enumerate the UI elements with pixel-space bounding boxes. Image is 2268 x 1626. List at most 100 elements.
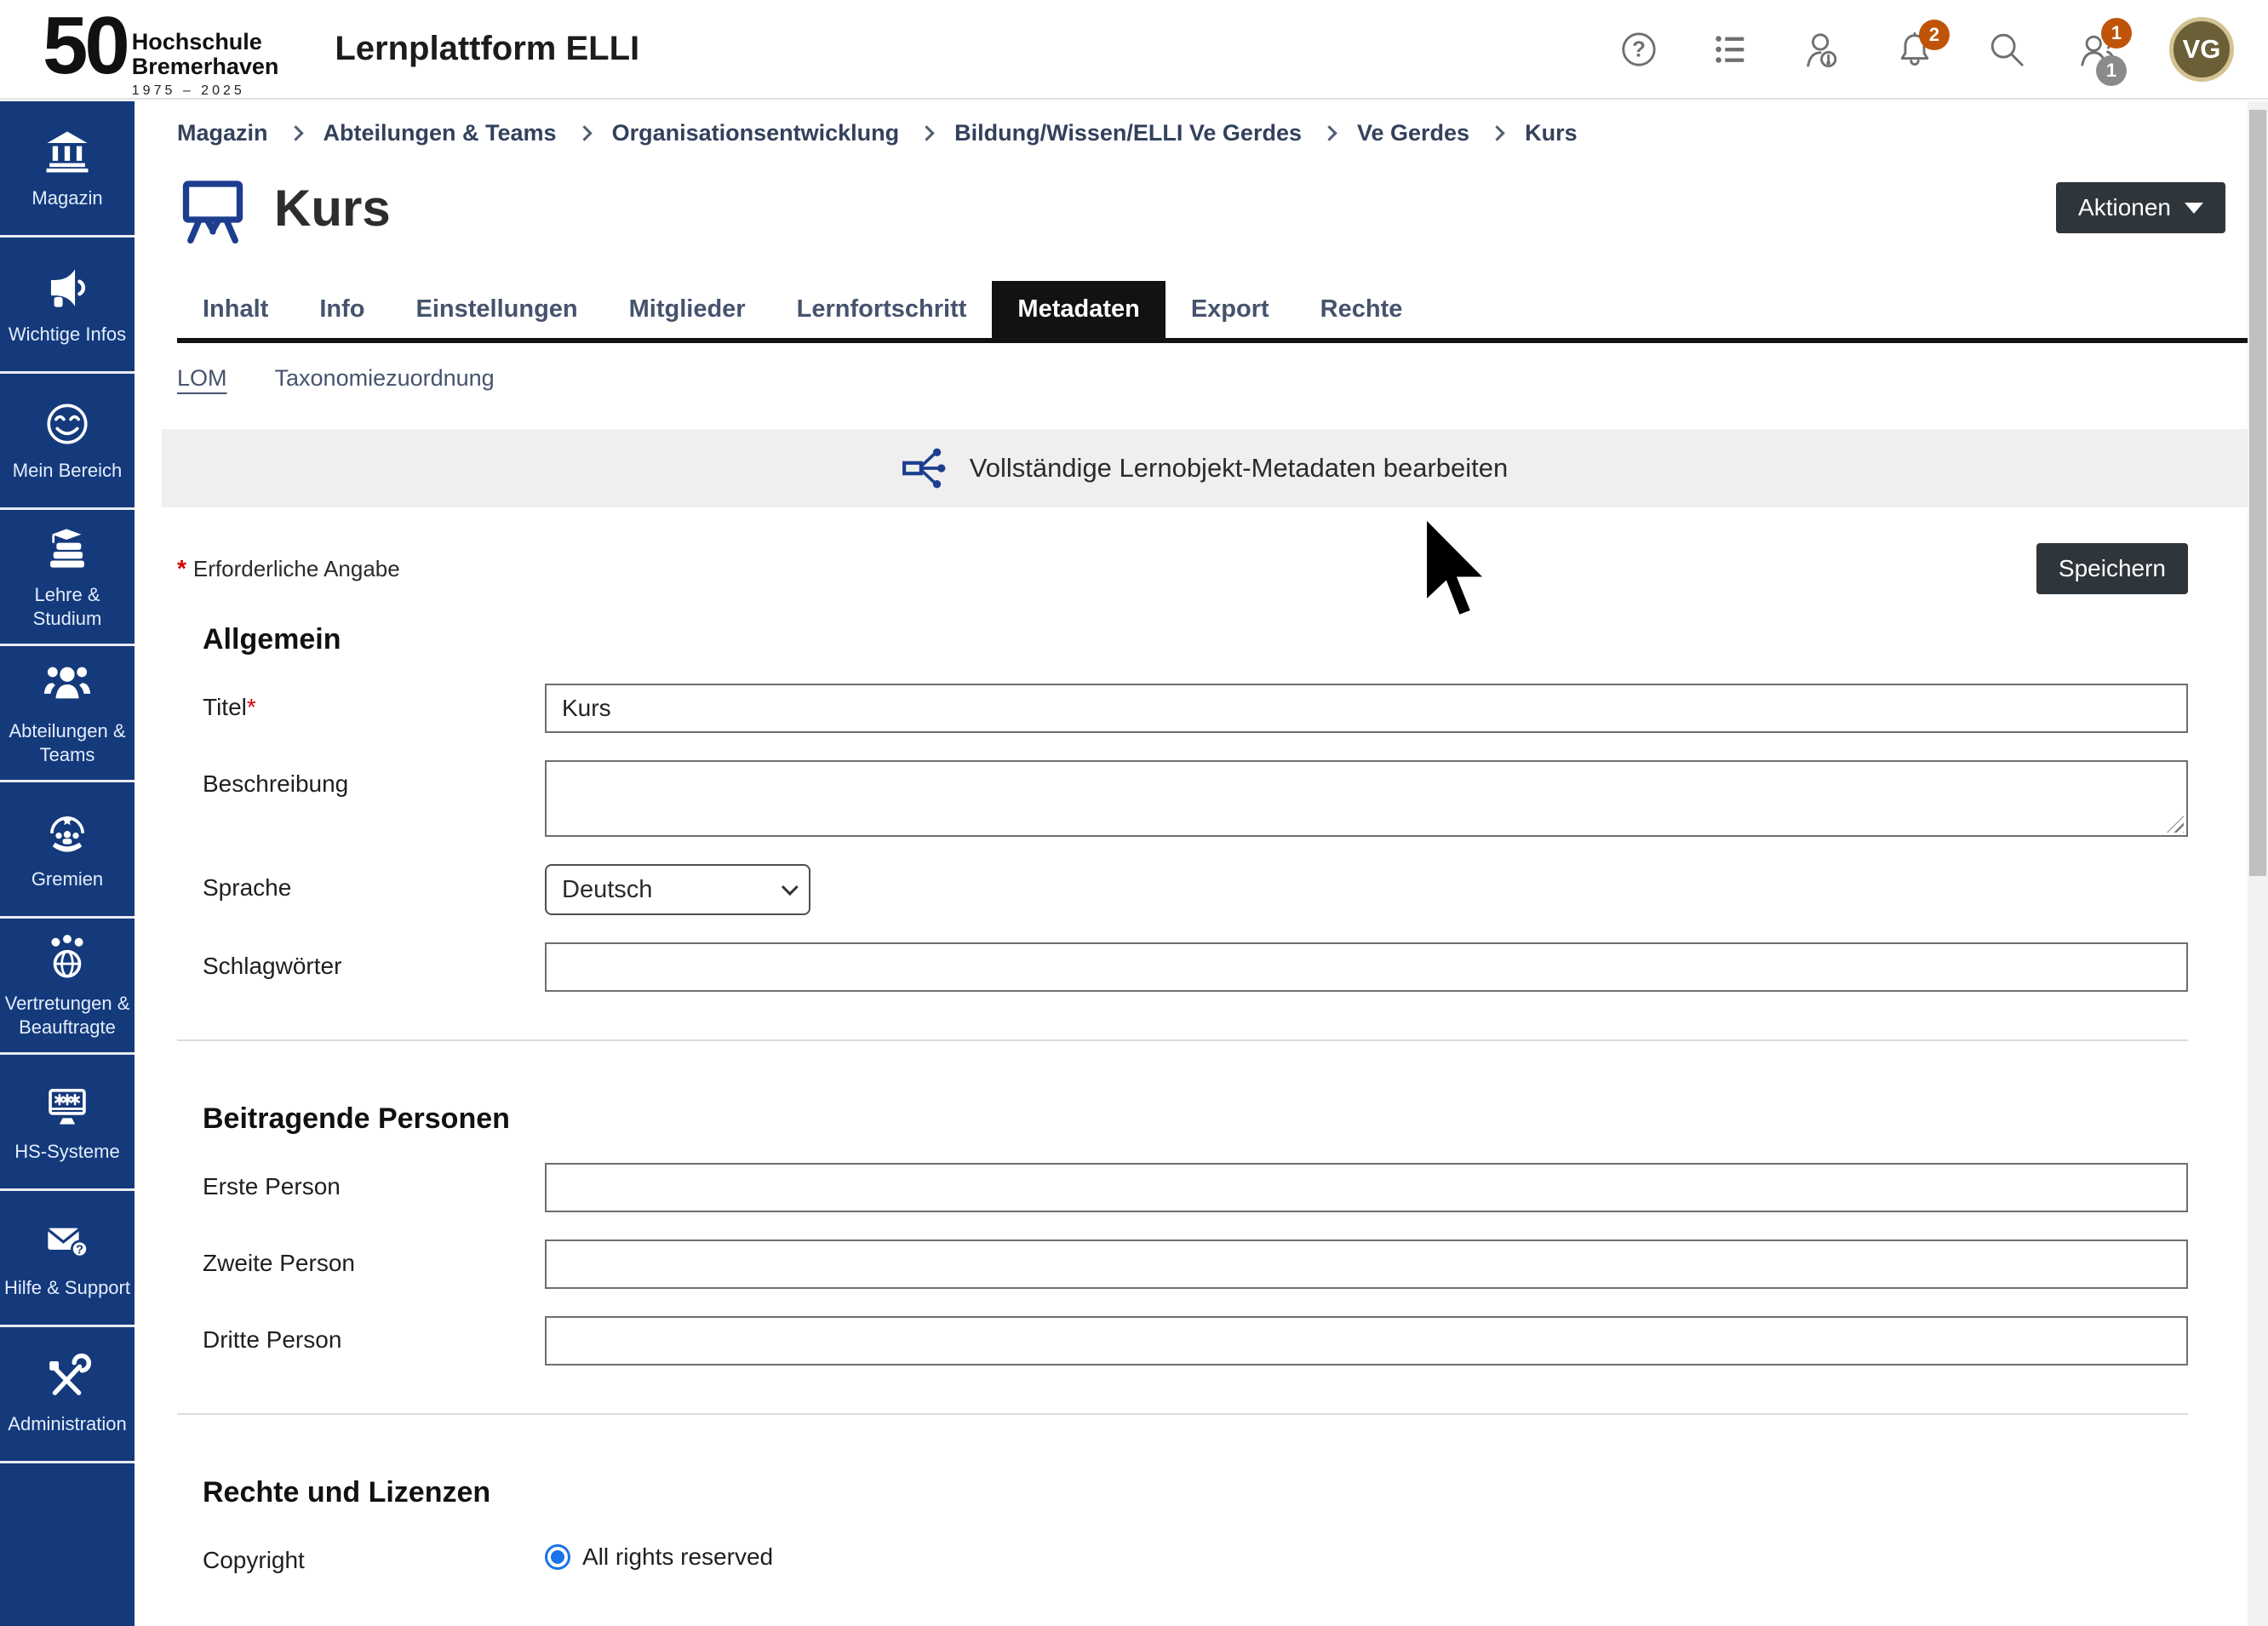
copyright-radio-row: All rights reserved bbox=[545, 1537, 2188, 1571]
breadcrumb-organisationsentwicklung[interactable]: Organisationsentwicklung bbox=[612, 120, 900, 146]
sprache-select[interactable]: Deutsch bbox=[545, 864, 810, 915]
tab-export[interactable]: Export bbox=[1166, 281, 1295, 338]
contacts-badge-top: 1 bbox=[2101, 18, 2132, 49]
form-row-beschreibung: Beschreibung bbox=[203, 760, 2188, 837]
form-row-zweite-person: Zweite Person bbox=[203, 1240, 2188, 1289]
contacts-icon[interactable]: 1 1 bbox=[2077, 28, 2120, 71]
monitor-password-icon bbox=[43, 1080, 92, 1130]
zweite-person-label: Zweite Person bbox=[203, 1240, 545, 1277]
people-group-icon bbox=[43, 660, 92, 709]
subtab-bar: LOM Taxonomiezuordnung bbox=[177, 365, 2188, 392]
globe-people-icon bbox=[43, 932, 92, 982]
breadcrumb: Magazin Abteilungen & Teams Organisation… bbox=[177, 120, 2188, 146]
required-asterisk: * bbox=[177, 555, 193, 581]
form-row-dritte-person: Dritte Person bbox=[203, 1316, 2188, 1365]
section-divider bbox=[177, 1413, 2188, 1415]
chevron-down-icon bbox=[782, 879, 799, 896]
tab-einstellungen[interactable]: Einstellungen bbox=[391, 281, 604, 338]
sidebar-item-wichtige-infos[interactable]: Wichtige Infos bbox=[0, 238, 135, 374]
edit-full-metadata-banner[interactable]: Vollständige Lernobjekt-Metadaten bearbe… bbox=[162, 429, 2248, 507]
sidebar-item-gremien[interactable]: Gremien bbox=[0, 782, 135, 919]
breadcrumb-kurs[interactable]: Kurs bbox=[1525, 120, 1578, 146]
avatar[interactable]: VG bbox=[2169, 17, 2234, 82]
sidebar: Magazin Wichtige Infos Mein Bereich Lehr… bbox=[0, 101, 135, 1626]
schlagwoerter-input[interactable] bbox=[545, 942, 2188, 992]
mail-question-icon: ? bbox=[43, 1217, 92, 1266]
sidebar-item-hs-systeme[interactable]: HS-Systeme bbox=[0, 1055, 135, 1191]
all-rights-reserved-radio[interactable] bbox=[545, 1544, 570, 1570]
section-heading-allgemein: Allgemein bbox=[203, 623, 2188, 656]
breadcrumb-abteilungen-teams[interactable]: Abteilungen & Teams bbox=[324, 120, 557, 146]
sidebar-item-abteilungen-teams[interactable]: Abteilungen & Teams bbox=[0, 646, 135, 782]
top-header: 50 Hochschule Bremerhaven 1975 – 2025 Le… bbox=[0, 0, 2268, 100]
section-divider bbox=[177, 1039, 2188, 1041]
titel-input[interactable] bbox=[545, 684, 2188, 733]
scrollbar-thumb[interactable] bbox=[2249, 110, 2266, 876]
breadcrumb-magazin[interactable]: Magazin bbox=[177, 120, 268, 146]
tab-mitglieder[interactable]: Mitglieder bbox=[604, 281, 771, 338]
breadcrumb-bildung-wissen[interactable]: Bildung/Wissen/ELLI Ve Gerdes bbox=[954, 120, 1302, 146]
required-note: *Erforderliche Angabe bbox=[177, 555, 400, 582]
subtab-taxonomiezuordnung[interactable]: Taxonomiezuordnung bbox=[275, 365, 495, 392]
erste-person-label: Erste Person bbox=[203, 1163, 545, 1200]
resize-grip-icon[interactable] bbox=[2167, 816, 2184, 833]
hochschule-bremerhaven-logo[interactable]: 50 Hochschule Bremerhaven 1975 – 2025 bbox=[43, 0, 278, 99]
section-heading-beitragende: Beitragende Personen bbox=[203, 1102, 2188, 1136]
copyright-label: Copyright bbox=[203, 1537, 545, 1574]
tools-icon bbox=[43, 1353, 92, 1402]
main-content: Magazin Abteilungen & Teams Organisation… bbox=[135, 101, 2268, 1626]
section-heading-rechte: Rechte und Lizenzen bbox=[203, 1476, 2188, 1509]
sidebar-item-vertretungen[interactable]: Vertretungen & Beauftragte bbox=[0, 919, 135, 1055]
logo-years: 1975 – 2025 bbox=[132, 83, 279, 99]
page-title-row: Kurs Aktionen bbox=[177, 172, 2188, 243]
sprache-selected-value: Deutsch bbox=[562, 876, 652, 904]
books-graduation-icon bbox=[43, 524, 92, 573]
header-icon-bar: ? 2 bbox=[1618, 17, 2234, 82]
sidebar-item-hilfe-support[interactable]: ? Hilfe & Support bbox=[0, 1191, 135, 1327]
vertical-scrollbar[interactable] bbox=[2248, 101, 2268, 1626]
svg-text:?: ? bbox=[76, 1243, 83, 1257]
erste-person-input[interactable] bbox=[545, 1163, 2188, 1212]
sidebar-item-mein-bereich[interactable]: Mein Bereich bbox=[0, 374, 135, 510]
form-row-titel: Titel* bbox=[203, 684, 2188, 733]
form-row-erste-person: Erste Person bbox=[203, 1163, 2188, 1212]
logo-name-2: Bremerhaven bbox=[132, 54, 279, 79]
search-icon[interactable] bbox=[1985, 28, 2028, 71]
breadcrumb-separator-icon bbox=[1321, 125, 1337, 140]
zweite-person-input[interactable] bbox=[545, 1240, 2188, 1289]
sidebar-item-magazin[interactable]: Magazin bbox=[0, 101, 135, 238]
tab-metadaten[interactable]: Metadaten bbox=[992, 281, 1165, 338]
tab-bar: Inhalt Info Einstellungen Mitglieder Ler… bbox=[177, 281, 2248, 343]
tab-inhalt[interactable]: Inhalt bbox=[177, 281, 294, 338]
chevron-down-icon bbox=[2185, 203, 2203, 214]
list-icon[interactable] bbox=[1710, 28, 1752, 71]
breadcrumb-separator-icon bbox=[576, 125, 592, 140]
titel-label: Titel* bbox=[203, 684, 545, 721]
sidebar-item-lehre-studium[interactable]: Lehre & Studium bbox=[0, 510, 135, 646]
subtab-lom[interactable]: LOM bbox=[177, 365, 227, 392]
breadcrumb-separator-icon bbox=[1489, 125, 1504, 140]
actions-button[interactable]: Aktionen bbox=[2056, 182, 2225, 233]
save-button[interactable]: Speichern bbox=[2036, 543, 2188, 594]
sidebar-item-administration[interactable]: Administration bbox=[0, 1327, 135, 1463]
section-rechte-lizenzen: Rechte und Lizenzen Copyright All rights… bbox=[177, 1476, 2188, 1574]
contacts-badge-bottom: 1 bbox=[2096, 55, 2127, 86]
breadcrumb-ve-gerdes[interactable]: Ve Gerdes bbox=[1357, 120, 1469, 146]
tab-info[interactable]: Info bbox=[294, 281, 390, 338]
page-title: Kurs bbox=[274, 179, 391, 238]
logo-name-1: Hochschule bbox=[132, 30, 279, 54]
help-icon[interactable]: ? bbox=[1618, 28, 1660, 71]
tab-lernfortschritt[interactable]: Lernfortschritt bbox=[771, 281, 993, 338]
notifications-bell-icon[interactable]: 2 bbox=[1893, 28, 1936, 71]
schlagwoerter-label: Schlagwörter bbox=[203, 942, 545, 980]
dritte-person-label: Dritte Person bbox=[203, 1316, 545, 1354]
user-status-icon[interactable] bbox=[1801, 28, 1844, 71]
share-nodes-icon bbox=[902, 445, 948, 491]
smiley-icon bbox=[43, 399, 92, 449]
dritte-person-input[interactable] bbox=[545, 1316, 2188, 1365]
beschreibung-textarea[interactable] bbox=[545, 760, 2188, 837]
breadcrumb-separator-icon bbox=[288, 125, 303, 140]
bank-icon bbox=[43, 127, 92, 176]
tab-rechte[interactable]: Rechte bbox=[1295, 281, 1429, 338]
bell-badge: 2 bbox=[1919, 20, 1950, 50]
